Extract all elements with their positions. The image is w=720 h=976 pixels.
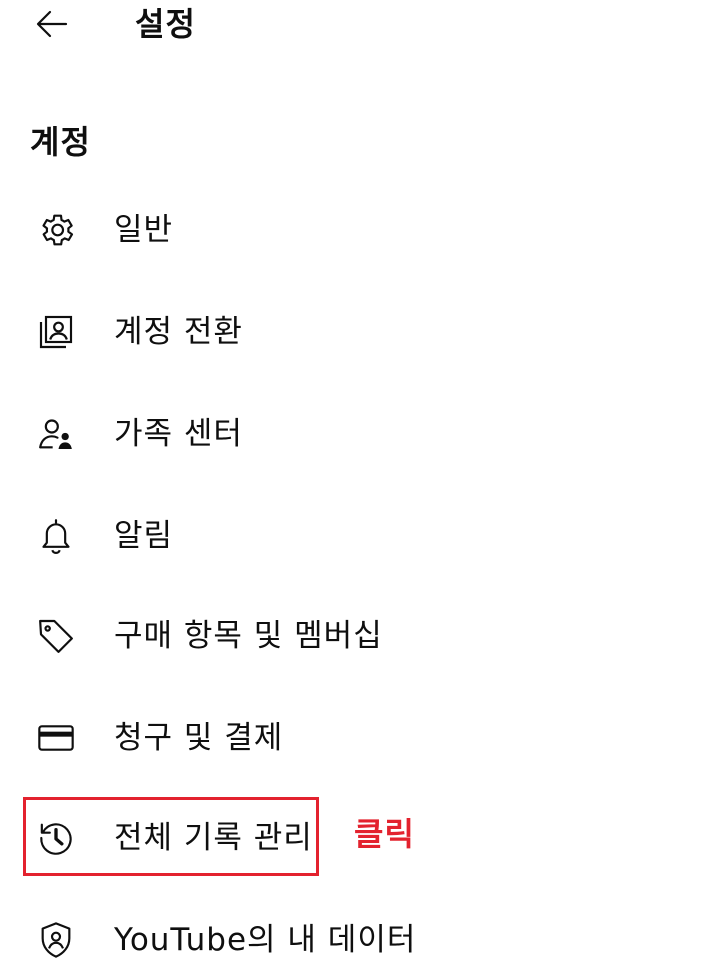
family-icon (36, 414, 76, 454)
click-annotation: 클릭 (354, 815, 415, 853)
menu-item-your-data[interactable]: YouTube의 내 데이터 (0, 904, 720, 976)
page-title: 설정 (135, 5, 196, 43)
menu-item-notifications[interactable]: 알림 (0, 500, 720, 572)
menu-item-purchases[interactable]: 구매 항목 및 멤버십 (0, 600, 720, 672)
menu-item-label: 계정 전환 (114, 314, 243, 350)
account-box-icon (36, 312, 76, 352)
gear-icon (36, 210, 76, 250)
section-heading-account: 계정 (30, 123, 91, 161)
shield-person-icon (36, 920, 76, 960)
tag-icon (36, 616, 76, 656)
menu-item-label: 청구 및 결제 (114, 720, 284, 756)
top-app-bar: 설정 (0, 0, 720, 56)
credit-card-icon (36, 718, 76, 758)
menu-item-general[interactable]: 일반 (0, 194, 720, 266)
highlight-box (23, 797, 319, 876)
menu-item-family-center[interactable]: 가족 센터 (0, 398, 720, 470)
menu-item-switch-account[interactable]: 계정 전환 (0, 296, 720, 368)
menu-item-billing[interactable]: 청구 및 결제 (0, 702, 720, 774)
menu-item-label: 알림 (114, 518, 174, 554)
menu-item-label: 가족 센터 (114, 416, 243, 452)
arrow-left-icon (34, 6, 70, 42)
back-button[interactable] (30, 2, 74, 46)
menu-item-label: 구매 항목 및 멤버십 (114, 618, 383, 654)
menu-item-label: YouTube의 내 데이터 (114, 922, 417, 958)
bell-icon (36, 516, 76, 556)
menu-item-label: 일반 (114, 212, 174, 248)
